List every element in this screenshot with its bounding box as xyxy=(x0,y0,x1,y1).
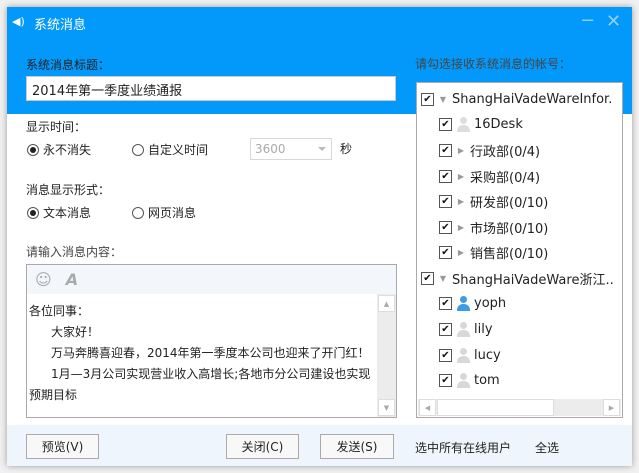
caret-down-icon[interactable]: ▼ xyxy=(438,274,448,283)
radio-label: 网页消息 xyxy=(148,206,197,220)
radio-indicator xyxy=(132,143,144,156)
node-label: lucy xyxy=(474,347,501,363)
tree-node-user[interactable]: ✔ lily xyxy=(439,318,493,340)
window-title: 系统消息 xyxy=(34,18,87,33)
radio-label: 永不消失 xyxy=(43,143,92,157)
radio-custom-time[interactable]: 自定义时间 xyxy=(132,141,208,158)
display-format-label: 消息显示形式： xyxy=(26,183,111,197)
tree-node-group[interactable]: ✔ ▼ ShangHaiVadeWare浙江.. xyxy=(421,267,614,289)
select-online-users-link[interactable]: 选中所有在线用户 xyxy=(415,439,511,456)
title-label: 系统消息标题： xyxy=(26,58,111,72)
node-label: 采购部(0/4) xyxy=(470,170,541,186)
checkbox[interactable]: ✔ xyxy=(439,348,452,362)
radio-text-message[interactable]: 文本消息 xyxy=(27,204,91,221)
checkbox[interactable]: ✔ xyxy=(439,322,452,336)
font-icon[interactable]: A xyxy=(66,270,78,289)
node-label: yoph xyxy=(474,295,507,311)
user-icon xyxy=(456,116,470,132)
caret-right-icon[interactable]: ▶ xyxy=(456,223,466,232)
time-select[interactable]: 3600 xyxy=(250,138,332,160)
radio-web-message[interactable]: 网页消息 xyxy=(132,204,196,221)
user-icon xyxy=(456,295,470,311)
chevron-down-icon xyxy=(318,147,326,155)
tree-node-dept[interactable]: ✔ ▶ 市场部(0/10) xyxy=(439,216,548,238)
node-label: lily xyxy=(474,321,493,337)
close-window-button[interactable]: ✕ xyxy=(606,11,621,32)
checkbox[interactable]: ✔ xyxy=(439,143,452,157)
editor-toolbar: ☺ A xyxy=(27,265,396,294)
caret-right-icon[interactable]: ▶ xyxy=(456,146,466,155)
content-line: 1月—3月公司实现营业收入高增长;各地市分公司建设也实现 xyxy=(51,367,371,381)
scroll-thumb[interactable] xyxy=(437,399,554,416)
footer-bar: 预览(V) 关闭(C) 发送(S) 选中所有在线用户 全选 xyxy=(7,425,632,466)
user-icon xyxy=(456,347,470,363)
close-button[interactable]: 关闭(C) xyxy=(226,434,299,459)
tree-node-user[interactable]: ✔ lucy xyxy=(439,344,501,366)
scroll-up-icon[interactable]: ▲ xyxy=(378,295,395,312)
checkbox[interactable]: ✔ xyxy=(421,92,434,106)
select-all-link[interactable]: 全选 xyxy=(535,439,559,456)
emoji-icon[interactable]: ☺ xyxy=(35,270,52,289)
recipient-tree: ✔ ▼ ShangHaiVadeWareInfor. ✔ 16Desk ✔ ▶ 行政部(0… xyxy=(416,82,623,418)
content-line: 大家好！ xyxy=(51,325,100,339)
checkbox[interactable]: ✔ xyxy=(439,117,452,131)
radio-indicator xyxy=(132,206,144,219)
tree-node-user[interactable]: ✔ tom xyxy=(439,369,500,391)
tree-node-dept[interactable]: ✔ ▶ 销售部(0/10) xyxy=(439,241,548,263)
node-label: 16Desk xyxy=(474,116,523,132)
radio-never-disappear[interactable]: 永不消失 xyxy=(27,141,91,158)
tree-node-dept[interactable]: ✔ ▶ 采购部(0/4) xyxy=(439,165,540,187)
caret-down-icon[interactable]: ▼ xyxy=(438,95,448,104)
radio-indicator xyxy=(27,143,39,156)
checkbox[interactable]: ✔ xyxy=(439,245,452,259)
content-line: 万马奔腾喜迎春，2014年第一季度本公司也迎来了开门红！ xyxy=(51,346,370,360)
horizontal-scrollbar[interactable]: ◀ ▶ xyxy=(418,399,621,416)
checkbox[interactable]: ✔ xyxy=(439,169,452,183)
caret-right-icon[interactable]: ▶ xyxy=(456,197,466,206)
display-time-label: 显示时间： xyxy=(26,120,87,134)
scroll-down-icon[interactable]: ▼ xyxy=(378,399,395,416)
speaker-icon: ◀) xyxy=(12,15,25,28)
minimize-button[interactable]: − xyxy=(580,10,595,31)
message-editor[interactable]: ☺ A 各位同事： 大家好！ 万马奔腾喜迎春，2014年第一季度本公司也迎来了开… xyxy=(26,264,397,418)
user-icon xyxy=(456,321,470,337)
content-label: 请输入消息内容： xyxy=(26,245,123,259)
content-line: 各位同事： xyxy=(29,304,90,318)
tree-node-user[interactable]: ✔ 16Desk xyxy=(439,113,523,135)
node-label: ShangHaiVadeWareInfor. xyxy=(452,91,613,107)
scroll-left-icon[interactable]: ◀ xyxy=(419,399,436,416)
checkbox[interactable]: ✔ xyxy=(439,296,452,310)
node-label: 研发部(0/10) xyxy=(470,195,549,211)
radio-indicator xyxy=(27,206,39,219)
caret-right-icon[interactable]: ▶ xyxy=(456,248,466,257)
preview-button[interactable]: 预览(V) xyxy=(26,434,99,459)
node-label: 市场部(0/10) xyxy=(470,221,549,237)
tree-node-user[interactable]: ✔ yoph xyxy=(439,292,506,314)
tree-node-dept[interactable]: ✔ ▶ 研发部(0/10) xyxy=(439,190,548,212)
recipients-label: 请勾选接收系统消息的帐号： xyxy=(415,57,572,71)
vertical-scrollbar[interactable]: ▲ ▼ xyxy=(377,294,396,417)
checkbox[interactable]: ✔ xyxy=(439,194,452,208)
system-message-window: ◀) 系统消息 − ✕ 系统消息标题： 2014年第一季度业绩通报 显示时间： … xyxy=(7,7,632,466)
tree-node-group[interactable]: ✔ ▼ ShangHaiVadeWareInfor. xyxy=(421,88,612,110)
time-value: 3600 xyxy=(255,142,286,156)
seconds-unit: 秒 xyxy=(340,142,353,156)
user-icon xyxy=(456,372,470,388)
scroll-right-icon[interactable]: ▶ xyxy=(603,399,620,416)
node-label: 行政部(0/4) xyxy=(470,144,541,160)
checkbox[interactable]: ✔ xyxy=(421,271,434,285)
radio-label: 自定义时间 xyxy=(148,143,209,157)
caret-right-icon[interactable]: ▶ xyxy=(456,172,466,181)
node-label: ShangHaiVadeWare浙江.. xyxy=(452,272,614,288)
tree-node-dept[interactable]: ✔ ▶ 行政部(0/4) xyxy=(439,139,540,161)
node-label: 销售部(0/10) xyxy=(470,246,549,262)
checkbox[interactable]: ✔ xyxy=(439,373,452,387)
radio-label: 文本消息 xyxy=(43,206,92,220)
send-button[interactable]: 发送(S) xyxy=(320,434,394,459)
content-line: 预期目标 xyxy=(29,388,78,402)
title-input[interactable]: 2014年第一季度业绩通报 xyxy=(26,76,396,101)
message-content[interactable]: 各位同事： 大家好！ 万马奔腾喜迎春，2014年第一季度本公司也迎来了开门红！ … xyxy=(29,301,374,406)
checkbox[interactable]: ✔ xyxy=(439,220,452,234)
node-label: tom xyxy=(474,372,500,388)
